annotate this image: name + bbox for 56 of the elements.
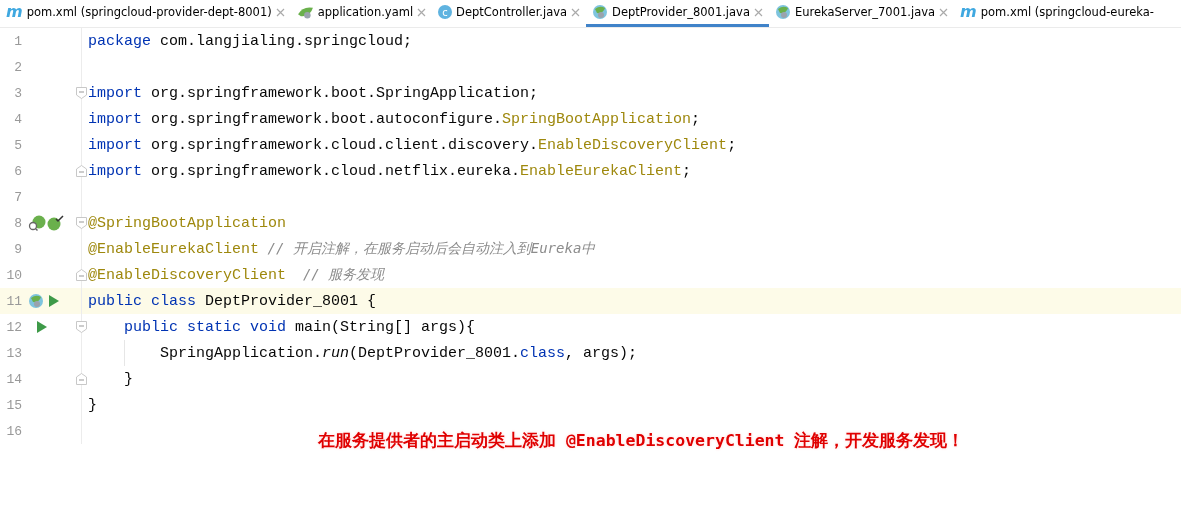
line-number: 13 [5,345,22,361]
maven-icon: m [960,4,977,20]
run-icon[interactable] [48,294,60,308]
class-icon [592,4,609,20]
fold-icon[interactable] [76,165,87,177]
fold-icon[interactable] [76,217,87,229]
code-line: @SpringBootApplication [88,214,287,232]
line-number: 16 [5,423,22,439]
line-number: 7 [13,189,22,205]
fold-icon[interactable] [76,269,87,281]
close-icon[interactable] [275,7,285,17]
code-line: public class DeptProvider_8001 { [88,292,377,310]
line-number: 5 [13,137,22,153]
leaf-icon [296,5,314,19]
fold-icon[interactable] [76,321,87,333]
editor-tab[interactable]: m pom.xml (springcloud-eureka- [954,0,1160,27]
line-number: 6 [13,163,22,179]
code-line: } [123,370,133,388]
editor-tab[interactable]: m pom.xml (springcloud-provider-dept-8001) [0,0,291,27]
line-number: 12 [5,319,22,335]
line-number: 14 [5,371,22,387]
code-line: import org.springframework.cloud.client.discovery.EnableDiscoveryClient; [88,136,737,154]
line-number: 9 [13,241,22,257]
editor-tab[interactable]: EurekaServer_7001.java [768,0,955,27]
code-line: import org.springframework.boot.autoconfigure.SpringBootApplication; [88,110,701,128]
line-number: 10 [5,267,22,283]
code-line: SpringApplication.run(DeptProvider_8001.class, args); [159,344,638,362]
code-line: public static void main(String[] args){ [123,318,476,336]
code-line: @EnableDiscoveryClient // 服务发现 [88,266,385,284]
line-number: 15 [5,397,22,413]
line-number: 1 [13,33,22,49]
annotation-note: 在服务提供者的主启动类上添加 @EnableDiscoveryClient 注解，开发服务发现！ [318,430,965,452]
editor-tab[interactable]: application.yaml [290,0,433,27]
class-icon: c [438,5,453,19]
maven-icon: m [6,4,23,20]
editor-tab[interactable]: c DeptController.java [432,0,587,27]
run-icon[interactable] [36,320,48,334]
fold-icon[interactable] [76,373,87,385]
line-number: 2 [13,59,22,75]
line-number: 4 [13,111,22,127]
class-icon [774,4,791,20]
bean-icons[interactable] [28,215,64,231]
code-line: @EnableEurekaClient // 开启注解，在服务启动后会自动注入到Eureka中 [88,240,596,258]
fold-icon[interactable] [76,87,87,99]
code-line: import org.springframework.boot.SpringApplication; [88,84,539,102]
line-number: 11 [5,293,22,309]
editor-tab[interactable]: DeptProvider_8001.java [586,0,769,27]
close-icon[interactable] [939,7,949,17]
code-line: import org.springframework.cloud.netflix.eureka.EnableEurekaClient; [88,162,692,180]
code-line: package com.langjialing.springcloud; [88,32,413,50]
close-icon[interactable] [417,7,427,17]
close-icon[interactable] [571,7,581,17]
line-number: 8 [13,215,22,231]
line-number: 3 [13,85,22,101]
code-line: } [88,396,97,414]
close-icon[interactable] [753,7,763,17]
